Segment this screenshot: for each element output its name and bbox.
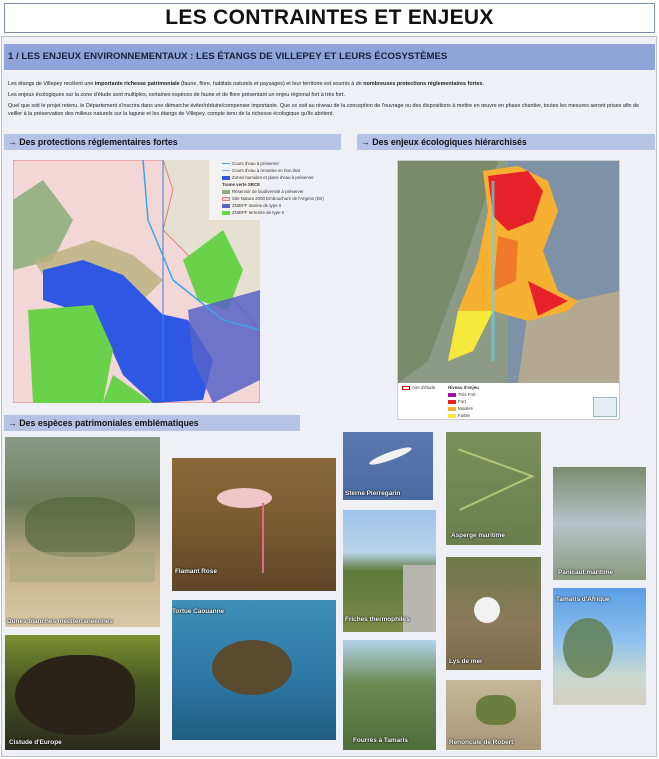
photo-friches: Friches thermophiles — [343, 510, 436, 632]
caption-renoncule: Renoncule de Robert — [449, 739, 514, 746]
enjeux-map-graphic — [398, 161, 619, 383]
caption-tortue: Tortue Caouanne — [172, 608, 225, 615]
caption-sterne: Sterne Pierregarin — [345, 490, 401, 497]
legend-item: ZNIEFF terrestre de type II — [222, 210, 342, 217]
legend-item: Zones humides et plans d'eau à préserver — [222, 175, 342, 182]
photo-sterne: Sterne Pierregarin — [343, 432, 433, 500]
title-bar: LES CONTRAINTES ET ENJEUX — [4, 3, 655, 33]
legend-item: Fort — [448, 399, 528, 406]
caption-cistude: Cistude d'Europe — [9, 739, 62, 746]
caption-panicaut: Panicaut maritime — [558, 569, 614, 576]
legend-item: Faible — [448, 413, 528, 419]
photo-cistude: Cistude d'Europe — [5, 635, 160, 750]
legend-item: Réservoir de biodiversité à préserver — [222, 189, 342, 196]
legend-item: Très Fort — [448, 392, 528, 399]
caption-fourres: Fourrés à Tamaris — [353, 737, 408, 744]
photo-flamant: Flamant Rose — [172, 458, 336, 591]
subheader-especes: → Des espèces patrimoniales emblématique… — [4, 415, 300, 431]
section-title: 1 / LES ENJEUX ENVIRONNEMENTAUX : LES ÉT… — [8, 51, 448, 62]
enjeux-logo — [593, 397, 617, 417]
photo-tamaris: Tamaris d'Afrique — [553, 588, 646, 705]
protections-legend-text: Cours d'eau à préserver Cours d'eau à re… — [222, 161, 342, 217]
caption-tamaris: Tamaris d'Afrique — [556, 596, 610, 603]
legend-item: Site Natura 2000 Embouchure de l'Argens … — [222, 196, 342, 203]
intro-text: Les étangs de Villepey recèlent une impo… — [8, 80, 648, 121]
caption-friches: Friches thermophiles — [345, 616, 410, 623]
caption-lys: Lys de mer — [449, 658, 483, 665]
subheader-enjeux: → Des enjeux écologiques hiérarchisés — [357, 134, 655, 150]
intro-paragraph-1: Les étangs de Villepey recèlent une impo… — [8, 81, 485, 87]
enjeux-legend-levels: Niveau d'enjeu Très Fort Fort Modéré Fai… — [448, 385, 528, 419]
legend-item: Cours d'eau à remettre en bon état — [222, 168, 342, 175]
legend-heading: Trame verte SRCE — [222, 182, 261, 187]
legend-item: Modéré — [448, 406, 528, 413]
caption-asperge: Asperge maritime — [451, 532, 505, 539]
photo-asperge: Asperge maritime — [446, 432, 541, 545]
page-title: LES CONTRAINTES ET ENJEUX — [165, 6, 494, 29]
photo-tortue: Tortue Caouanne — [172, 600, 336, 740]
photo-renoncule: Renoncule de Robert — [446, 680, 541, 750]
photo-panicaut: Panicaut maritime — [553, 467, 646, 580]
caption-dunes: Dunes blanches méditerranéennes — [7, 618, 113, 625]
legend-item: Cours d'eau à préserver — [222, 161, 342, 168]
caption-flamant: Flamant Rose — [175, 568, 217, 575]
section-header: 1 / LES ENJEUX ENVIRONNEMENTAUX : LES ÉT… — [4, 44, 655, 70]
intro-paragraph-2: Les enjeux écologiques sur la zone d'étu… — [8, 92, 345, 98]
photo-fourres: Fourrés à Tamaris — [343, 640, 436, 750]
legend-heading: Niveau d'enjeu — [448, 385, 479, 390]
enjeux-map: Aire d'étude Niveau d'enjeu Très Fort Fo… — [397, 160, 620, 420]
photo-lys: Lys de mer — [446, 557, 541, 670]
intro-paragraph-3: Quel que soit le projet retenu, le Dépar… — [8, 103, 640, 117]
subheader-protections: → Des protections réglementaires fortes — [4, 134, 341, 150]
photo-dunes: Dunes blanches méditerranéennes — [5, 437, 160, 627]
legend-item: ZNIEFF marine de type II — [222, 203, 342, 210]
